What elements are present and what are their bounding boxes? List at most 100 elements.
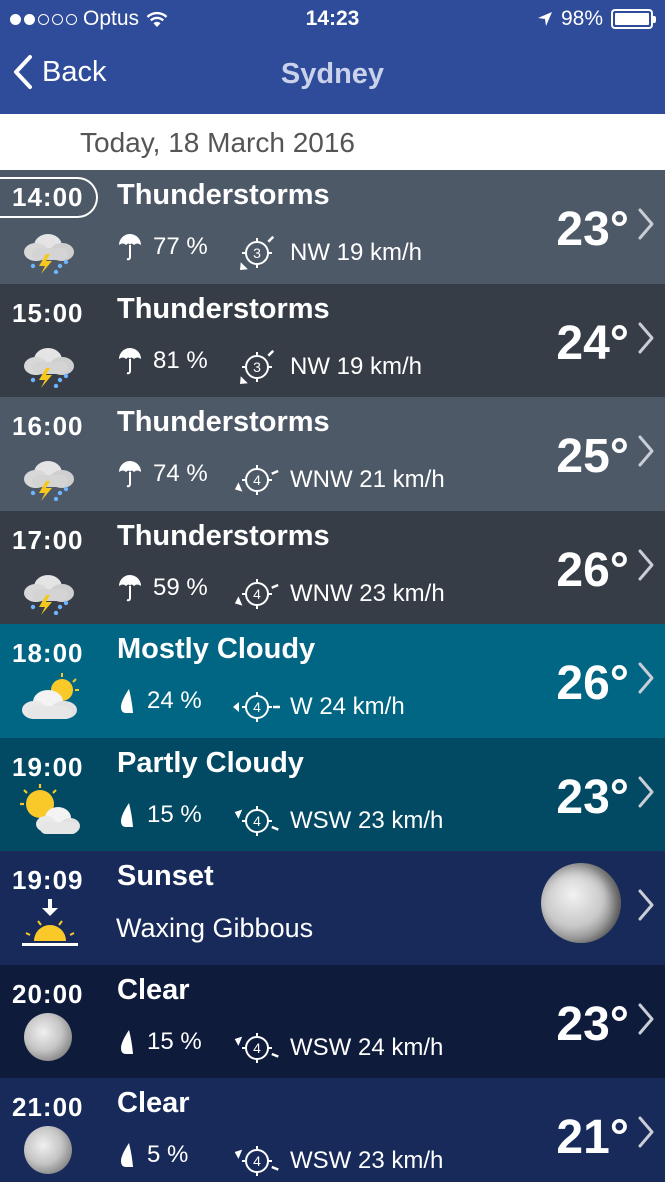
moon-phase-icon <box>541 863 621 943</box>
row-time: 17:00 <box>12 524 84 555</box>
precipitation: 81 % <box>117 347 208 375</box>
battery-icon <box>611 9 656 29</box>
row-condition: Partly Cloudy <box>117 746 304 779</box>
umbrella-icon <box>119 461 141 488</box>
raindrop-icon <box>121 1143 133 1167</box>
chevron-right-icon <box>638 1003 654 1034</box>
precipitation: 5 % <box>117 1141 188 1169</box>
moon-phase-label: Waxing Gibbous <box>116 913 314 943</box>
forecast-list: 14:00 Thunderstorms 77 % 3 NW 19 km/h 23° 15:0… <box>0 170 665 1182</box>
precipitation: 24 % <box>117 687 202 715</box>
precipitation: 77 % <box>117 233 208 261</box>
top-bar: Optus 14:23 98% Back Sydney <box>0 0 665 114</box>
thunderstorm-icon <box>18 330 82 388</box>
thunderstorm-icon <box>18 557 82 615</box>
chevron-right-icon <box>638 776 654 807</box>
precipitation: 74 % <box>117 460 208 488</box>
row-temperature: 25° <box>556 430 629 483</box>
battery-percent: 98% <box>560 7 603 30</box>
row-temperature: 23° <box>556 770 629 824</box>
mostly-cloudy-icon <box>18 670 82 728</box>
wind-compass-icon: 3 <box>240 235 275 270</box>
wind-compass-icon: 4 <box>233 692 280 722</box>
row-time: 19:00 <box>12 751 84 782</box>
row-time: 20:00 <box>12 978 84 1009</box>
precipitation-value: 74 % <box>153 460 208 487</box>
moon-icon <box>18 1011 82 1069</box>
forecast-row[interactable]: 21:00 Clear 5 % 4 WSW 23 km/h 21° <box>0 1078 665 1182</box>
row-time: 15:00 <box>12 297 84 328</box>
sunset-icon <box>18 897 82 955</box>
wind-value: W 24 km/h <box>290 693 405 720</box>
svg-text:4: 4 <box>253 586 261 602</box>
forecast-row[interactable]: 15:00 Thunderstorms 81 % 3 NW 19 km/h 24° <box>0 283 665 397</box>
wind: 4 WNW 21 km/h <box>230 455 445 505</box>
row-temperature: 24° <box>556 316 629 370</box>
umbrella-icon <box>119 234 141 261</box>
wind-compass-icon: 4 <box>234 465 279 495</box>
umbrella-icon <box>119 347 141 374</box>
wind-value: NW 19 km/h <box>290 239 423 266</box>
raindrop-icon <box>121 802 133 827</box>
row-condition: Sunset <box>117 860 214 892</box>
forecast-row[interactable]: 19:09 Sunset Waxing Gibbous <box>0 851 665 965</box>
wind-value: NW 19 km/h <box>290 352 423 380</box>
chevron-right-icon <box>638 1116 654 1148</box>
wind-value: WSW 24 km/h <box>290 1033 444 1061</box>
wind-compass-icon: 4 <box>234 1146 279 1176</box>
row-time: 18:00 <box>12 638 84 668</box>
svg-text:4: 4 <box>253 813 261 829</box>
precipitation-value: 5 % <box>147 1141 189 1168</box>
row-time: 19:09 <box>12 865 84 895</box>
wind-compass-icon: 4 <box>234 1032 279 1063</box>
moon-icon <box>18 1124 82 1182</box>
svg-text:4: 4 <box>253 1040 261 1056</box>
wind: 4 WSW 24 km/h <box>230 1023 443 1073</box>
svg-text:4: 4 <box>253 472 261 488</box>
wind-value: WSW 23 km/h <box>290 1147 444 1174</box>
chevron-right-icon <box>638 889 654 921</box>
wind: 4 WSW 23 km/h <box>230 1136 443 1182</box>
wind: 4 W 24 km/h <box>230 682 405 732</box>
row-temperature: 21° <box>556 1111 629 1164</box>
row-condition: Clear <box>117 973 190 1006</box>
forecast-row[interactable]: 20:00 Clear 15 % 4 WSW 24 km/h 23° <box>0 964 665 1078</box>
svg-text:4: 4 <box>253 1153 261 1169</box>
row-condition: Mostly Cloudy <box>117 633 316 665</box>
status-right: 98% <box>537 7 656 31</box>
chevron-right-icon <box>638 322 654 353</box>
row-condition: Clear <box>117 1087 190 1119</box>
forecast-row[interactable]: 17:00 Thunderstorms 59 % 4 WNW 23 km/h 26° <box>0 510 665 624</box>
forecast-row[interactable]: 14:00 Thunderstorms 77 % 3 NW 19 km/h 23° <box>0 170 665 284</box>
wind-compass-icon: 3 <box>240 349 275 384</box>
precipitation-value: 59 % <box>153 573 208 601</box>
forecast-row[interactable]: 18:00 Mostly Cloudy 24 % 4 W 24 km/h 26° <box>0 624 665 738</box>
wind-value: WNW 23 km/h <box>290 579 445 607</box>
precipitation: 15 % <box>117 1028 202 1056</box>
umbrella-icon <box>119 574 141 601</box>
svg-text:4: 4 <box>253 699 261 715</box>
row-temperature: 26° <box>556 657 629 710</box>
chevron-right-icon <box>638 549 654 580</box>
precipitation-value: 77 % <box>153 233 208 260</box>
wind: 4 WNW 23 km/h <box>230 569 445 619</box>
forecast-row[interactable]: 19:00 Partly Cloudy 15 % 4 WSW 23 km/h 23° <box>0 737 665 851</box>
row-condition: Thunderstorms <box>117 519 330 552</box>
wind-value: WNW 21 km/h <box>290 466 445 493</box>
row-temperature: 23° <box>556 203 629 256</box>
thunderstorm-icon <box>18 443 82 502</box>
precipitation-value: 15 % <box>147 1027 202 1055</box>
nav-bar: Back Sydney <box>0 40 665 110</box>
wind-compass-icon: 4 <box>234 578 279 609</box>
location-arrow-icon <box>537 12 552 26</box>
row-condition: Thunderstorms <box>117 292 330 325</box>
svg-text:3: 3 <box>253 245 261 261</box>
precipitation: 15 % <box>117 801 202 829</box>
wind: 4 WSW 23 km/h <box>230 796 443 846</box>
forecast-row[interactable]: 16:00 Thunderstorms 74 % 4 WNW 21 km/h 25° <box>0 397 665 511</box>
svg-text:3: 3 <box>253 359 261 375</box>
row-condition: Thunderstorms <box>117 179 330 211</box>
precipitation: 59 % <box>117 574 208 602</box>
wind: 3 NW 19 km/h <box>230 342 422 392</box>
wind-value: WSW 23 km/h <box>290 806 444 834</box>
